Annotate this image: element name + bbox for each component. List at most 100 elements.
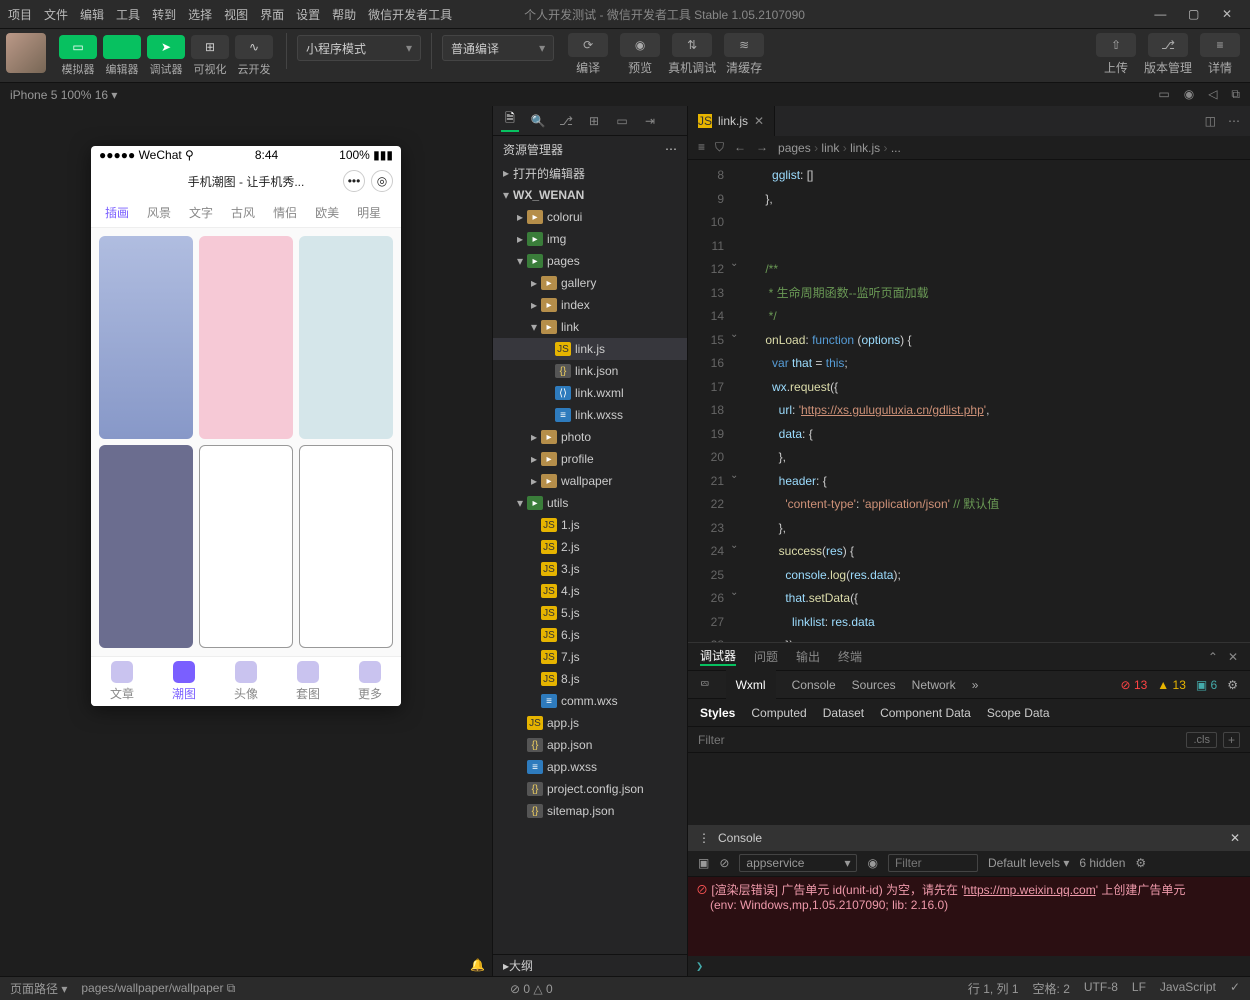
forward-icon[interactable]: → [756, 140, 768, 155]
status-item[interactable]: 行 1, 列 1 [968, 980, 1019, 997]
file-app.js[interactable]: JSapp.js [493, 712, 687, 734]
styles-tab[interactable]: Computed [751, 706, 806, 720]
file-profile[interactable]: ▸▸profile [493, 448, 687, 470]
inspect-icon[interactable]: ⮹ [700, 677, 710, 692]
capsule-close-icon[interactable]: ◎ [371, 170, 393, 192]
compile-dropdown[interactable]: 普通编译▾ [442, 35, 554, 61]
levels-select[interactable]: Default levels ▾ [988, 856, 1069, 870]
fold-marker[interactable]: ⌄ [730, 329, 738, 340]
file-link.wxss[interactable]: ≡link.wxss [493, 404, 687, 426]
menu-转到[interactable]: 转到 [152, 8, 176, 22]
page-path-label[interactable]: 页面路径 ▾ [10, 980, 67, 997]
file-app.wxss[interactable]: ≡app.wxss [493, 756, 687, 778]
chevron-up-icon[interactable]: ⌃ [1208, 650, 1218, 664]
context-select[interactable]: appservice▾ [739, 854, 857, 872]
file-5.js[interactable]: JS5.js [493, 602, 687, 624]
branch-icon[interactable]: ⎇ [557, 114, 575, 128]
cls-toggle[interactable]: .cls [1186, 732, 1217, 748]
more-icon[interactable]: ⋯ [665, 142, 677, 156]
menu-设置[interactable]: 设置 [296, 8, 320, 22]
fold-marker[interactable]: ⌄ [730, 258, 738, 269]
file-utils[interactable]: ▾▸utils [493, 492, 687, 514]
file-4.js[interactable]: JS4.js [493, 580, 687, 602]
fold-marker[interactable]: ⌄ [730, 587, 738, 598]
outline-section[interactable]: ▸大纲 [493, 954, 687, 976]
nav-3[interactable]: 套图 [296, 661, 320, 702]
close-icon[interactable]: ✕ [1230, 831, 1240, 845]
styles-tab[interactable]: Scope Data [987, 706, 1050, 720]
problems-count[interactable]: ⊘ 0 △ 0 [510, 982, 553, 996]
split-icon[interactable]: ◫ [1205, 114, 1216, 128]
status-item[interactable]: LF [1132, 980, 1146, 997]
wallpaper-card[interactable] [99, 236, 193, 439]
menu-选择[interactable]: 选择 [188, 8, 212, 22]
tool-调试器[interactable]: ➤调试器 [144, 33, 188, 77]
grid-icon[interactable]: ⊞ [585, 114, 603, 128]
menu-文件[interactable]: 文件 [44, 8, 68, 22]
tab-sources[interactable]: Sources [852, 678, 896, 692]
tool-云开发[interactable]: ∿云开发 [232, 33, 276, 77]
box-icon[interactable]: ▭ [613, 114, 631, 128]
tool-编辑器[interactable]: 编辑器 [100, 33, 144, 77]
devtool-icon[interactable]: ◉ [1184, 87, 1194, 102]
file-link[interactable]: ▾▸link [493, 316, 687, 338]
fold-marker[interactable]: ⌄ [730, 470, 738, 481]
devtool-icon[interactable]: ◁ [1208, 87, 1217, 102]
wallpaper-card[interactable] [199, 236, 293, 439]
file-8.js[interactable]: JS8.js [493, 668, 687, 690]
menu-项目[interactable]: 项目 [8, 8, 32, 22]
filter-input[interactable]: Filter [698, 733, 725, 747]
avatar[interactable] [6, 33, 46, 73]
tab-wxml[interactable]: Wxml [726, 670, 776, 700]
close-icon[interactable]: ✕ [1228, 650, 1238, 664]
devtool-icon[interactable]: ⧉ [1231, 87, 1240, 102]
fold-marker[interactable]: ⌄ [730, 540, 738, 551]
search-icon[interactable]: 🔍 [529, 114, 547, 128]
phone-tab[interactable]: 插画 [105, 204, 129, 221]
console-link[interactable]: https://mp.weixin.qq.com [964, 883, 1096, 897]
menu-工具[interactable]: 工具 [116, 8, 140, 22]
eye-icon[interactable]: ▣ [698, 856, 709, 870]
gear-icon[interactable]: ⚙ [1135, 856, 1146, 870]
file-comm.wxs[interactable]: ≡comm.wxs [493, 690, 687, 712]
file-gallery[interactable]: ▸▸gallery [493, 272, 687, 294]
phone-tab[interactable]: 欧美 [315, 204, 339, 221]
tool-编译[interactable]: ⟳编译 [564, 33, 612, 76]
nav-1[interactable]: 潮图 [172, 661, 196, 702]
nav-4[interactable]: 更多 [358, 661, 382, 702]
close-icon[interactable]: ✕ [1212, 7, 1242, 21]
capsule-menu-icon[interactable]: ••• [343, 170, 365, 192]
menu-编辑[interactable]: 编辑 [80, 8, 104, 22]
devtool-icon[interactable]: ▭ [1158, 87, 1169, 102]
menu-界面[interactable]: 界面 [260, 8, 284, 22]
styles-tab[interactable]: Styles [700, 706, 735, 720]
device-select[interactable]: iPhone 5 100% 16 ▾ [10, 88, 117, 102]
tab-console[interactable]: Console [792, 678, 836, 692]
wallpaper-card[interactable] [199, 445, 293, 648]
file-wallpaper[interactable]: ▸▸wallpaper [493, 470, 687, 492]
tool-可视化[interactable]: ⊞可视化 [188, 33, 232, 77]
status-item[interactable]: JavaScript [1160, 980, 1216, 997]
file-project.config.json[interactable]: {}project.config.json [493, 778, 687, 800]
styles-tab[interactable]: Dataset [823, 706, 864, 720]
file-6.js[interactable]: JS6.js [493, 624, 687, 646]
console-filter[interactable]: Filter [888, 854, 978, 872]
section-open-editors[interactable]: ▸打开的编辑器 [493, 162, 687, 184]
styles-tab[interactable]: Component Data [880, 706, 971, 720]
menu-微信开发者工具[interactable]: 微信开发者工具 [368, 8, 452, 22]
panel-tab[interactable]: 调试器 [700, 647, 736, 666]
tool-预览[interactable]: ◉预览 [616, 33, 664, 76]
page-path[interactable]: pages/wallpaper/wallpaper ⧉ [81, 981, 235, 996]
ext-icon[interactable]: ⇥ [641, 114, 659, 128]
visibility-icon[interactable]: ◉ [867, 856, 877, 870]
wallpaper-card[interactable] [299, 445, 393, 648]
phone-tab[interactable]: 情侣 [273, 204, 297, 221]
phone-tab[interactable]: 古风 [231, 204, 255, 221]
more-icon[interactable]: » [972, 678, 979, 692]
tool-上传[interactable]: ⇧上传 [1092, 33, 1140, 76]
file-link.json[interactable]: {}link.json [493, 360, 687, 382]
bookmark-icon[interactable]: ⛉ [715, 140, 724, 155]
nav-2[interactable]: 头像 [234, 661, 258, 702]
status-item[interactable]: 空格: 2 [1033, 980, 1070, 997]
status-item[interactable]: ✓ [1230, 980, 1240, 997]
